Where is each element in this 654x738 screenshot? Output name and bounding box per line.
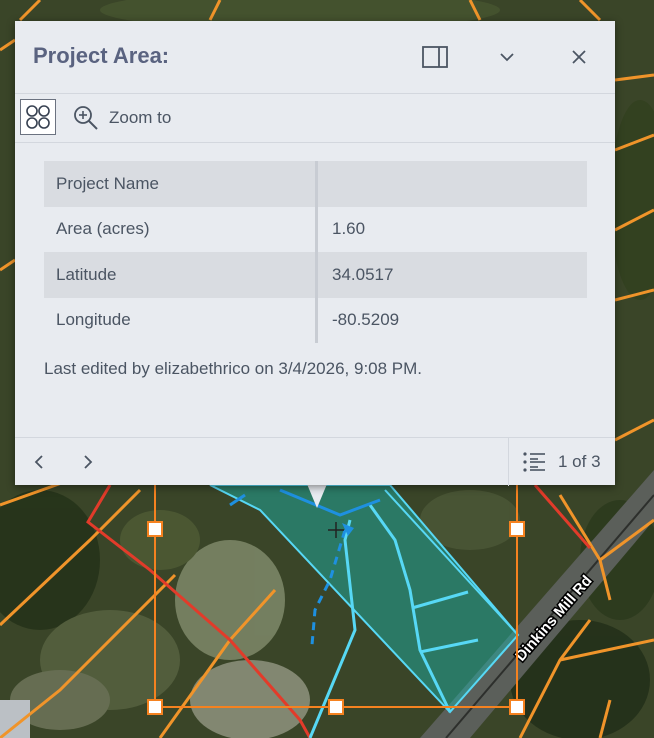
resize-handle[interactable] [328,699,344,715]
field-value: 34.0517 [316,252,587,298]
resize-handle[interactable] [147,521,163,537]
zoom-in-icon [74,106,98,130]
field-value: 1.60 [316,206,587,252]
resize-handle[interactable] [147,699,163,715]
next-feature-button[interactable] [76,450,100,474]
table-row: Longitude -80.5209 [44,297,587,343]
field-value: -80.5209 [316,297,587,343]
feature-pager[interactable]: 1 of 3 [508,438,615,486]
close-button[interactable] [565,43,593,71]
field-label: Latitude [44,252,318,298]
close-icon [572,50,586,64]
table-row: Latitude 34.0517 [44,252,587,298]
dock-button[interactable] [421,43,449,71]
zoom-to-button[interactable]: Zoom to [73,104,171,132]
zoom-to-label: Zoom to [109,108,172,127]
chevron-right-icon [84,455,93,469]
chevron-left-icon [34,455,43,469]
resize-handle[interactable] [509,699,525,715]
previous-feature-button[interactable] [27,450,51,474]
feature-popup: Project Area: Zoom to Project Name Area … [15,21,615,486]
table-row: Area (acres) 1.60 [44,206,587,252]
popup-toolbar: Zoom to [15,94,615,143]
field-label: Project Name [44,161,318,207]
chevron-down-icon [500,53,514,62]
feature-menu-icon [26,105,50,129]
popup-header: Project Area: [15,21,615,94]
field-label: Longitude [44,297,318,343]
list-icon [523,452,545,472]
feature-menu-button[interactable] [20,99,56,135]
collapse-button[interactable] [493,43,521,71]
field-value [316,161,587,207]
resize-handle[interactable] [509,521,525,537]
pager-text: 1 of 3 [558,452,601,471]
table-row: Project Name [44,161,587,207]
field-label: Area (acres) [44,206,318,252]
popup-title: Project Area: [33,43,170,68]
popup-pointer [307,484,327,508]
last-edited-text: Last edited by elizabethrico on 3/4/2026… [44,359,423,378]
attribute-table: Project Name Area (acres) 1.60 Latitude … [44,161,587,343]
popup-footer: 1 of 3 [15,437,615,486]
dock-icon [422,46,448,68]
